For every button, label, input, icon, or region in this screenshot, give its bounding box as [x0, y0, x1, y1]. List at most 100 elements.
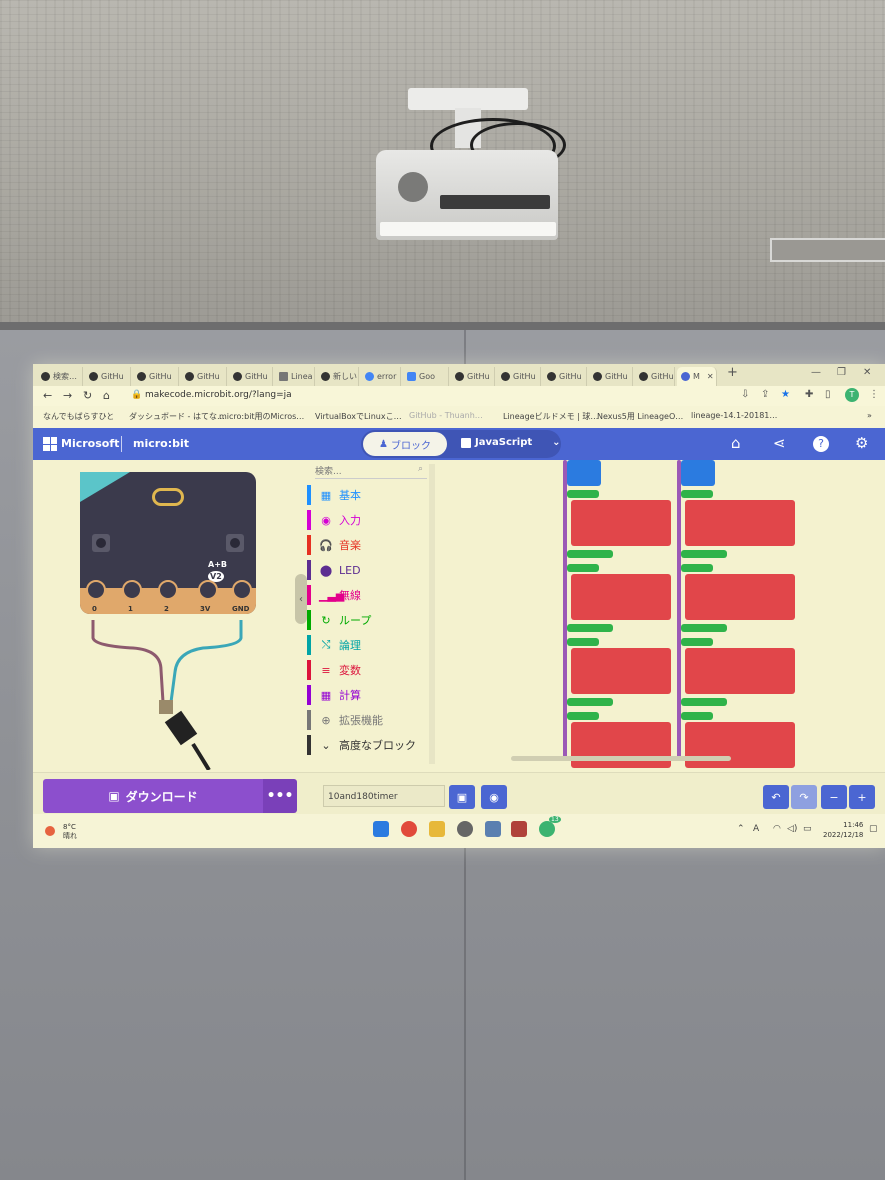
- button-a[interactable]: [92, 534, 110, 552]
- wifi-icon[interactable]: ◠: [773, 824, 781, 834]
- url-field[interactable]: makecode.microbit.org/?lang=ja: [145, 390, 292, 400]
- toolbox-category[interactable]: ▦ 計算: [307, 684, 427, 706]
- app-taskbar-icon[interactable]: [511, 821, 527, 837]
- bookmark-item[interactable]: ダッシュボード - はてな…: [129, 411, 225, 422]
- download-more-button[interactable]: •••: [263, 779, 297, 813]
- touch-logo-icon[interactable]: [152, 488, 184, 506]
- home-icon[interactable]: ⌂: [731, 434, 741, 452]
- close-window-icon[interactable]: ✕: [863, 367, 871, 378]
- project-name-input[interactable]: 10and180timer: [323, 785, 445, 807]
- toolbox-category[interactable]: ⊕ 拡張機能: [307, 709, 427, 731]
- chevron-down-icon[interactable]: ⌄: [552, 437, 560, 448]
- blocks-workspace[interactable]: [437, 460, 885, 780]
- toolbox-category[interactable]: ▦ 基本: [307, 484, 427, 506]
- share-icon[interactable]: ⋖: [773, 434, 786, 452]
- ime-icon[interactable]: A: [753, 824, 759, 834]
- toolbox-scrollbar[interactable]: [429, 464, 435, 764]
- reload-icon[interactable]: ↻: [83, 389, 92, 402]
- bookmark-item[interactable]: Lineageビルドメモ | 球…: [503, 411, 598, 422]
- pin-gnd[interactable]: [232, 580, 252, 600]
- tray-chevron-up-icon[interactable]: ⌃: [737, 824, 745, 834]
- star-icon[interactable]: ★: [781, 389, 790, 400]
- javascript-editor-button[interactable]: JavaScript ⌄: [461, 437, 561, 448]
- zoom-in-button[interactable]: +: [849, 785, 875, 809]
- minimize-icon[interactable]: —: [811, 367, 821, 378]
- code-block[interactable]: [685, 574, 795, 620]
- github-button[interactable]: ◉: [481, 785, 507, 809]
- weather-widget[interactable]: 8°C 晴れ: [63, 823, 77, 841]
- toolbox-category[interactable]: ≡ 変数: [307, 659, 427, 681]
- code-block[interactable]: [571, 648, 671, 694]
- toolbox-category[interactable]: ⬤ LED: [307, 559, 427, 581]
- browser-tab[interactable]: GitHu: [589, 367, 633, 386]
- share-icon[interactable]: ⇪: [761, 389, 769, 400]
- code-block[interactable]: [685, 648, 795, 694]
- toolbox-category[interactable]: ◉ 入力: [307, 509, 427, 531]
- forward-icon[interactable]: →: [63, 389, 72, 402]
- settings-taskbar-icon[interactable]: [457, 821, 473, 837]
- file-explorer-icon[interactable]: [429, 821, 445, 837]
- browser-tab[interactable]: GitHu: [543, 367, 587, 386]
- browser-tab[interactable]: 検索…: [37, 367, 83, 386]
- toolbox-category[interactable]: ⌄ 高度なブロック: [307, 734, 427, 756]
- code-block[interactable]: [685, 722, 795, 768]
- toolbox-category[interactable]: ↻ ループ: [307, 609, 427, 631]
- save-button[interactable]: ▣: [449, 785, 475, 809]
- undo-button[interactable]: ↶: [763, 785, 789, 809]
- code-block[interactable]: [571, 500, 671, 546]
- browser-tab[interactable]: error: [361, 367, 401, 386]
- blocks-editor-button[interactable]: ♟ ブロック: [363, 432, 447, 456]
- pin-3v[interactable]: [198, 580, 218, 600]
- menu-icon[interactable]: ⋮: [869, 389, 879, 400]
- chrome-profile-taskbar-icon[interactable]: [539, 821, 555, 837]
- code-block[interactable]: [571, 574, 671, 620]
- close-icon[interactable]: ✕: [707, 372, 714, 381]
- code-block[interactable]: [685, 500, 795, 546]
- sidepanel-icon[interactable]: ▯: [825, 389, 831, 400]
- browser-tab[interactable]: GitHu: [85, 367, 131, 386]
- virtualbox-icon[interactable]: [485, 821, 501, 837]
- pin-0[interactable]: [86, 580, 106, 600]
- settings-icon[interactable]: ⚙: [855, 434, 868, 452]
- extensions-icon[interactable]: ✚: [805, 389, 813, 400]
- browser-tab[interactable]: GitHu: [181, 367, 227, 386]
- browser-tab[interactable]: GitHu: [635, 367, 675, 386]
- install-icon[interactable]: ⇩: [741, 389, 749, 400]
- pin-1[interactable]: [122, 580, 142, 600]
- volume-icon[interactable]: ◁): [787, 824, 797, 834]
- download-button[interactable]: ▣ ダウンロード: [43, 779, 263, 813]
- browser-tab[interactable]: GitHu: [133, 367, 179, 386]
- toolbox-search-input[interactable]: 検索... ⌕: [315, 464, 427, 479]
- browser-tab[interactable]: GitHu: [497, 367, 541, 386]
- bookmark-item[interactable]: VirtualBoxでLinuxこ…: [315, 411, 402, 422]
- profile-avatar[interactable]: T: [845, 388, 859, 402]
- redo-button[interactable]: ↷: [791, 785, 817, 809]
- back-icon[interactable]: ←: [43, 389, 52, 402]
- toolbox-category[interactable]: ▁▃▅ 無線: [307, 584, 427, 606]
- collapse-simulator-handle[interactable]: ‹: [295, 574, 307, 624]
- button-b[interactable]: [226, 534, 244, 552]
- browser-tab[interactable]: GitHu: [229, 367, 273, 386]
- bookmark-item[interactable]: micro:bit用のMicros…: [219, 411, 304, 422]
- browser-tab[interactable]: Linea: [275, 367, 315, 386]
- battery-icon[interactable]: ▭: [803, 824, 812, 834]
- restore-icon[interactable]: ❐: [837, 367, 846, 378]
- notification-icon[interactable]: ▢: [869, 824, 878, 834]
- start-menu-icon[interactable]: [373, 821, 389, 837]
- toolbox-category[interactable]: 🎧 音楽: [307, 534, 427, 556]
- browser-tab-active[interactable]: M ✕: [677, 367, 717, 386]
- workspace-scrollbar[interactable]: [511, 756, 731, 761]
- home-icon[interactable]: ⌂: [103, 389, 110, 402]
- code-block[interactable]: [571, 722, 671, 768]
- system-clock[interactable]: 11:46 2022/12/18: [823, 820, 863, 840]
- zoom-out-button[interactable]: −: [821, 785, 847, 809]
- bookmark-item[interactable]: GitHub - Thuanh…: [409, 411, 483, 420]
- browser-tab[interactable]: 新しい: [317, 367, 359, 386]
- microbit-board[interactable]: A+B V2 0 1 2 3V GND: [80, 472, 256, 614]
- browser-tab[interactable]: GitHu: [451, 367, 495, 386]
- new-tab-button[interactable]: +: [727, 365, 738, 380]
- bookmark-item[interactable]: Nexus5用 LineageO…: [597, 411, 683, 422]
- pin-2[interactable]: [158, 580, 178, 600]
- browser-tab[interactable]: Goo: [403, 367, 449, 386]
- chrome-taskbar-icon[interactable]: [401, 821, 417, 837]
